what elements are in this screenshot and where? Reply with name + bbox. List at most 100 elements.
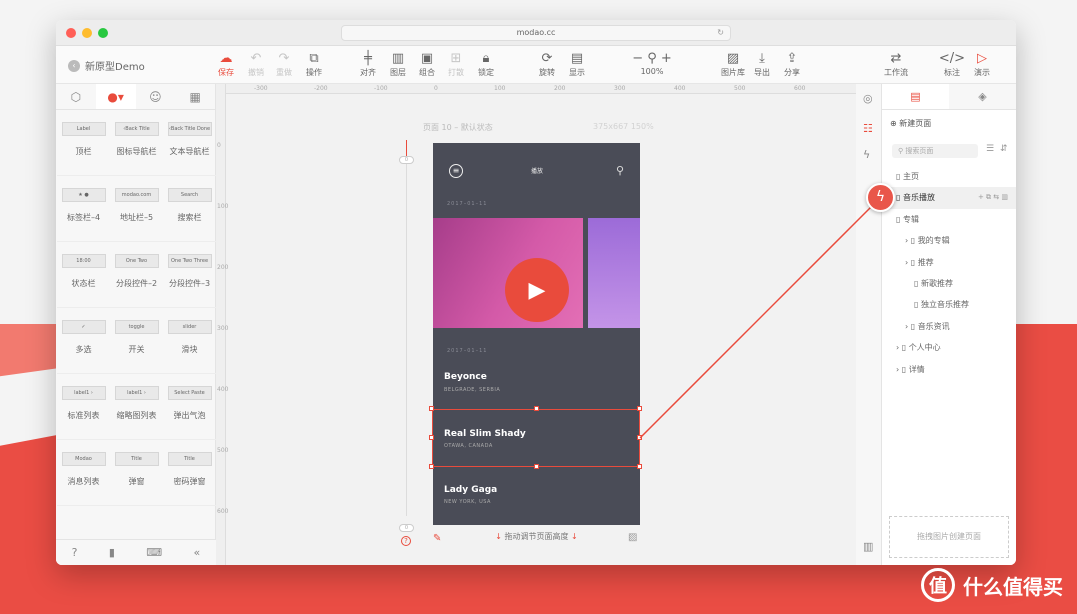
play-icon: ▶	[528, 277, 546, 303]
resize-handle[interactable]	[637, 464, 642, 469]
layer-button[interactable]: ▥ 图层	[382, 50, 414, 78]
list-view-icon[interactable]: ☰	[986, 144, 994, 154]
collapse-all-icon[interactable]: ⇵	[1000, 144, 1008, 154]
height-slider-top-handle[interactable]: 0	[399, 156, 414, 164]
group-button[interactable]: ▣ 组合	[411, 50, 443, 78]
height-slider-bottom-handle[interactable]: 0	[399, 524, 414, 532]
back-icon[interactable]: ‹	[68, 59, 80, 72]
selection-box[interactable]	[432, 409, 640, 467]
component-item[interactable]: modao.com 地址栏–5	[110, 176, 163, 242]
page-tree-item[interactable]: › ▯ 推荐	[882, 252, 1016, 273]
zoom-control[interactable]: − ⚲ +100%	[622, 50, 682, 76]
component-item[interactable]: 18:00 状态栏	[57, 242, 110, 308]
tab-pages-icon[interactable]: ▤	[882, 84, 949, 109]
page-tree-label: 详情	[908, 364, 925, 374]
new-page-button[interactable]: ⊕ 新建页面	[890, 118, 931, 129]
ops-button[interactable]: ⧉ 操作	[298, 50, 330, 78]
component-item[interactable]: toggle 开关	[110, 308, 163, 374]
page-tree-item[interactable]: ▯ 音乐播放 + ⧉ ⇆ ▥	[882, 187, 1016, 209]
ruler-tick-label: 400	[217, 386, 229, 393]
page-tree-item[interactable]: › ▯ 我的专辑	[882, 230, 1016, 251]
tab-apple-icon[interactable]: ●▾	[95, 84, 136, 109]
play-button[interactable]: ▶	[505, 258, 569, 322]
page-tree-item[interactable]: ▯ 专辑	[882, 209, 1016, 230]
resize-handle[interactable]	[534, 406, 539, 411]
maximize-dot[interactable]	[98, 28, 108, 38]
page-actions-icon[interactable]: + ⧉ ⇆ ▥	[978, 187, 1008, 208]
lock-button[interactable]: 🔒︎ 锁定	[470, 50, 502, 78]
rotate-button[interactable]: ⟳ 旋转	[531, 50, 563, 78]
component-item[interactable]: Label 顶栏	[57, 110, 110, 176]
share-button[interactable]: ⇪ 分享	[776, 50, 808, 78]
image-icon[interactable]: ▨	[628, 532, 637, 543]
help-icon[interactable]: ?	[72, 546, 78, 559]
design-canvas[interactable]: -300 -200 -100 0 100 200 300 400 500 600 0 100 200 3…	[216, 84, 856, 565]
question-icon[interactable]: ?	[401, 536, 411, 546]
component-item[interactable]: label1 › 标准列表	[57, 374, 110, 440]
resize-handle[interactable]	[534, 464, 539, 469]
collapse-icon[interactable]: «	[194, 546, 201, 559]
resize-handle[interactable]	[429, 464, 434, 469]
page-height-hint[interactable]: ↓ 拖动调节页面高度 ↓	[433, 527, 640, 547]
component-item[interactable]: ★ ● 标签栏–4	[57, 176, 110, 242]
ungroup-button[interactable]: ⊞ 打散	[440, 50, 472, 78]
page-tree-item[interactable]: › ▯ 详情	[882, 359, 1016, 380]
component-item[interactable]: Search 搜索栏	[163, 176, 216, 242]
component-item[interactable]: ‹Back Title Done 文本导航栏	[163, 110, 216, 176]
minimize-dot[interactable]	[82, 28, 92, 38]
page-tree-item[interactable]: ▯ 主页	[882, 166, 1016, 187]
settings-list-icon[interactable]: ☷	[863, 122, 873, 135]
page-tree-item[interactable]: ▯ 新歌推荐	[882, 273, 1016, 294]
component-item[interactable]: slider 滑块	[163, 308, 216, 374]
target-icon[interactable]: ◎	[863, 92, 873, 105]
reload-icon[interactable]: ↻	[717, 26, 724, 40]
interaction-bolt-icon[interactable]: ϟ	[866, 183, 895, 212]
component-item[interactable]: Title 弹窗	[110, 440, 163, 506]
component-thumbnail: ‹Back Title	[114, 122, 159, 136]
search-icon[interactable]: ⚲	[616, 164, 624, 177]
project-title[interactable]: ‹ 新原型Demo	[68, 58, 145, 73]
resize-handle[interactable]	[637, 406, 642, 411]
display-button[interactable]: ▤ 显示	[561, 50, 593, 78]
trash-icon[interactable]: ▥	[863, 540, 873, 553]
component-item[interactable]: One Two 分段控件–2	[110, 242, 163, 308]
close-dot[interactable]	[66, 28, 76, 38]
component-item[interactable]: ✓ 多选	[57, 308, 110, 374]
component-item[interactable]: Modao 消息列表	[57, 440, 110, 506]
concert-card-image-2[interactable]	[588, 218, 640, 328]
component-item[interactable]: label1 › 缩略图列表	[110, 374, 163, 440]
export-button[interactable]: ⤓ 导出	[746, 50, 778, 78]
tab-emoji-icon[interactable]: ☺	[136, 84, 176, 109]
gallery-button[interactable]: ▨ 图片库	[717, 50, 749, 78]
page-tree-item[interactable]: › ▯ 个人中心	[882, 337, 1016, 358]
page-tree-item[interactable]: ▯ 独立音乐推荐	[882, 294, 1016, 315]
artist-location: BELGRADE, SERBIA	[444, 387, 501, 393]
keyboard-icon[interactable]: ⌨	[146, 546, 162, 559]
layer-label: 图层	[390, 68, 406, 77]
folder-page-icon: › ▯	[905, 321, 918, 331]
annotate-button[interactable]: </> 标注	[936, 50, 968, 78]
resize-handle[interactable]	[429, 435, 434, 440]
align-button[interactable]: ╪ 对齐	[352, 50, 384, 78]
component-item[interactable]: Select Paste 弹出气泡	[163, 374, 216, 440]
lightning-icon[interactable]: ϟ	[863, 148, 870, 161]
url-bar[interactable]: modao.cc ↻	[341, 25, 731, 41]
redo-button[interactable]: ↷ 重做	[268, 50, 300, 78]
save-button[interactable]: ☁ 保存	[210, 50, 242, 78]
present-button[interactable]: ▷ 演示	[966, 50, 998, 78]
component-thumbnail: Search	[167, 188, 212, 202]
tab-layout-icon[interactable]: ▦	[175, 84, 215, 109]
resize-handle[interactable]	[429, 406, 434, 411]
component-item[interactable]: Title 密码弹窗	[163, 440, 216, 506]
flow-button[interactable]: ⇄ 工作流	[880, 50, 912, 78]
resize-handle[interactable]	[637, 435, 642, 440]
tab-cube-icon[interactable]: ⬡	[56, 84, 96, 109]
page-tree-item[interactable]: › ▯ 音乐资讯	[882, 316, 1016, 337]
image-dropzone[interactable]: 拖拽图片创建页面	[889, 516, 1009, 558]
component-item[interactable]: ‹Back Title 图标导航栏	[110, 110, 163, 176]
component-item[interactable]: One Two Three 分段控件–3	[163, 242, 216, 308]
page-search-input[interactable]: ⚲ 搜索页面	[892, 144, 978, 158]
book-icon[interactable]: ▮	[109, 546, 115, 559]
menu-icon[interactable]: ≡	[449, 164, 463, 178]
tab-layers-icon[interactable]: ◈	[949, 84, 1016, 109]
